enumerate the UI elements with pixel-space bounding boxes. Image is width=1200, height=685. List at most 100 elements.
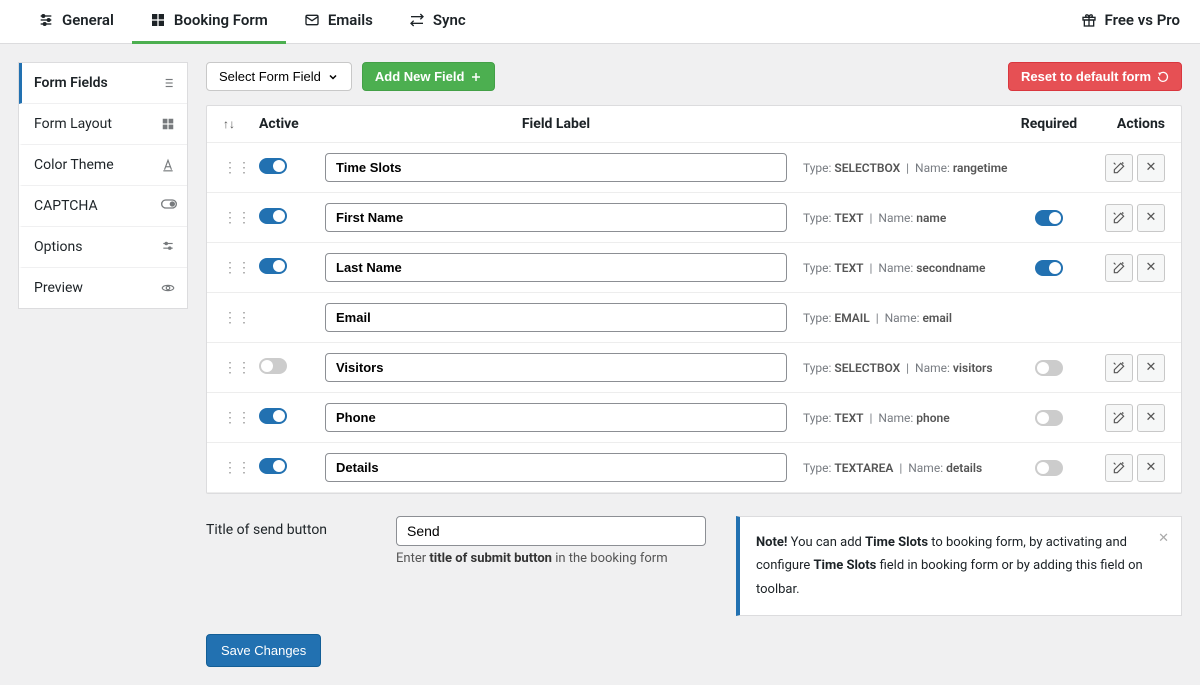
field-label-input[interactable] [325,153,787,182]
sidebar-item-color-theme[interactable]: Color Theme [19,145,187,186]
sidebar-item-preview[interactable]: Preview [19,268,187,308]
active-toggle[interactable] [259,158,287,174]
meta-line: Type: TEXT | Name: phone [803,411,950,425]
cell-meta: Type: SELECTBOX | Name: visitors [803,361,1003,375]
tab-emails[interactable]: Emails [286,0,391,44]
plus-icon [470,71,482,83]
active-toggle[interactable] [259,208,287,224]
edit-button[interactable] [1105,254,1133,282]
wand-icon [1112,261,1126,275]
cell-required [1019,210,1079,226]
cell-actions: ✕ [1095,354,1165,382]
meta-line: Type: TEXTAREA | Name: details [803,461,982,475]
field-label-input[interactable] [325,303,787,332]
close-icon: ✕ [1146,410,1157,425]
meta-line: Type: TEXT | Name: name [803,211,946,225]
field-label-input[interactable] [325,453,787,482]
drag-icon: ⋮⋮ [223,160,251,176]
cell-active [259,408,309,428]
table-row: ⋮⋮ Type: TEXT | Name: name ✕ [207,193,1181,243]
drag-handle[interactable]: ⋮⋮ [223,160,243,176]
tab-label: Free vs Pro [1105,11,1180,29]
col-header-actions: Actions [1095,116,1165,132]
sidebar-item-form-layout[interactable]: Form Layout [19,104,187,145]
cell-active [259,458,309,478]
sort-icon: ↑↓ [223,117,235,131]
sliders-icon [161,240,175,254]
field-label-input[interactable] [325,353,787,382]
table-row: ⋮⋮ Type: TEXT | Name: phone ✕ [207,393,1181,443]
sidebar-item-captcha[interactable]: CAPTCHA [19,186,187,227]
col-header-field-label: Field Label [325,116,787,132]
drag-handle[interactable]: ⋮⋮ [223,210,243,226]
cell-meta: Type: TEXT | Name: name [803,211,1003,225]
cell-required [1019,460,1079,476]
drag-handle[interactable]: ⋮⋮ [223,360,243,376]
edit-button[interactable] [1105,204,1133,232]
tab-booking-form[interactable]: Booking Form [132,0,286,44]
reset-default-label: Reset to default form [1021,69,1151,84]
gift-icon [1081,12,1097,28]
settings-sidebar: Form Fields Form Layout Color Theme CAPT… [18,62,188,309]
edit-button[interactable] [1105,154,1133,182]
active-toggle[interactable] [259,358,287,374]
field-label-input[interactable] [325,203,787,232]
cell-actions: ✕ [1095,204,1165,232]
sync-icon [409,12,425,28]
close-icon[interactable]: ✕ [1158,527,1169,550]
cell-actions: ✕ [1095,254,1165,282]
delete-button[interactable]: ✕ [1137,204,1165,232]
wand-icon [1112,211,1126,225]
delete-button[interactable]: ✕ [1137,254,1165,282]
save-changes-button[interactable]: Save Changes [206,634,321,667]
select-form-field-dropdown[interactable]: Select Form Field [206,62,352,91]
sidebar-item-label: Color Theme [34,157,114,173]
required-toggle[interactable] [1035,410,1063,426]
field-label-input[interactable] [325,403,787,432]
required-toggle[interactable] [1035,260,1063,276]
sidebar-item-form-fields[interactable]: Form Fields [19,63,187,104]
drag-handle[interactable]: ⋮⋮ [223,410,243,426]
edit-button[interactable] [1105,454,1133,482]
sidebar-item-options[interactable]: Options [19,227,187,268]
required-toggle[interactable] [1035,460,1063,476]
drag-handle[interactable]: ⋮⋮ [223,310,243,326]
add-new-field-button[interactable]: Add New Field [362,62,496,91]
active-toggle[interactable] [259,408,287,424]
table-row: ⋮⋮ Type: TEXT | Name: secondname ✕ [207,243,1181,293]
drag-handle[interactable]: ⋮⋮ [223,260,243,276]
drag-icon: ⋮⋮ [223,210,251,226]
cell-active [259,358,309,378]
sidebar-item-label: Preview [34,280,83,296]
close-icon: ✕ [1146,360,1157,375]
drag-handle[interactable]: ⋮⋮ [223,460,243,476]
active-toggle[interactable] [259,458,287,474]
edit-button[interactable] [1105,404,1133,432]
drag-icon: ⋮⋮ [223,460,251,476]
tab-free-vs-pro[interactable]: Free vs Pro [1063,0,1180,44]
eye-icon [161,281,175,295]
delete-button[interactable]: ✕ [1137,354,1165,382]
send-button-section: Title of send button Enter title of subm… [206,516,1182,616]
send-button-left: Title of send button Enter title of subm… [206,516,706,566]
field-label-input[interactable] [325,253,787,282]
cell-active [259,208,309,228]
table-row: ⋮⋮ Type: TEXTAREA | Name: details ✕ [207,443,1181,493]
delete-button[interactable]: ✕ [1137,154,1165,182]
active-toggle[interactable] [259,258,287,274]
send-button-title-input[interactable] [396,516,706,546]
edit-button[interactable] [1105,354,1133,382]
delete-button[interactable]: ✕ [1137,404,1165,432]
cell-label [325,353,787,382]
delete-button[interactable]: ✕ [1137,454,1165,482]
cell-required [1019,260,1079,276]
wand-icon [1112,361,1126,375]
sort-column-header[interactable]: ↑↓ [223,116,243,132]
tab-sync[interactable]: Sync [391,0,484,44]
required-toggle[interactable] [1035,360,1063,376]
cell-label [325,203,787,232]
close-icon: ✕ [1146,160,1157,175]
reset-default-button[interactable]: Reset to default form [1008,62,1182,91]
required-toggle[interactable] [1035,210,1063,226]
tab-general[interactable]: General [20,0,132,44]
